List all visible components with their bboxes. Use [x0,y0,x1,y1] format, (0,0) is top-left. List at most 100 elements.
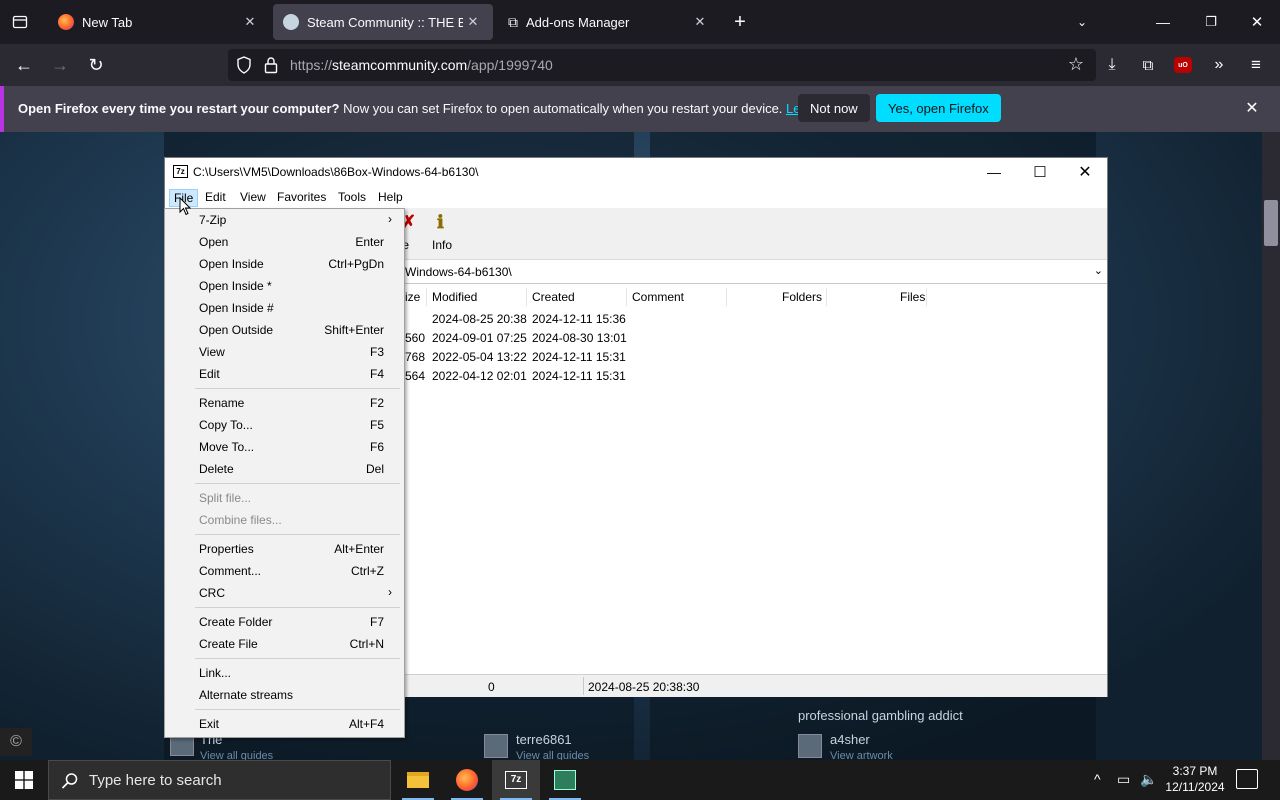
minimize-button[interactable]: — [971,158,1017,186]
page-scrollbar[interactable] [1262,132,1280,760]
url-bar[interactable]: https://steamcommunity.com/app/1999740 ☆ [228,49,1096,81]
menu-favorites[interactable]: Favorites [273,189,330,205]
show-hidden-icons-chevron-icon[interactable]: ^ [1094,771,1101,787]
notification-title: Open Firefox every time you restart your… [18,101,340,116]
list-tabs-chevron-icon[interactable]: ⌄ [1070,10,1094,34]
firefox-view-icon[interactable] [6,10,34,34]
yes-open-firefox-button[interactable]: Yes, open Firefox [876,94,1001,122]
menu-item-edit[interactable]: Edit F4 [165,363,404,385]
column-divider[interactable] [526,288,527,306]
close-tab-icon[interactable]: ✕ [463,14,483,30]
menu-item-view[interactable]: View F3 [165,341,404,363]
menu-view[interactable]: View [236,189,270,205]
taskbar-file-explorer[interactable] [394,760,442,800]
close-window-button[interactable]: ✕ [1234,0,1280,44]
notification-message: Open Firefox every time you restart your… [18,101,853,116]
reload-icon[interactable]: ↻ [82,52,110,78]
menu-item-7zip[interactable]: 7-Zip › [165,209,404,231]
more-tools-chevron-icon[interactable]: » [1206,52,1232,78]
menu-item-label: Split file... [199,491,252,505]
column-size[interactable]: ize [405,290,420,304]
new-tab-button[interactable]: + [728,10,752,34]
menu-item-link[interactable]: Link... [165,662,404,684]
tab-addons-manager[interactable]: ⧉ Add-ons Manager ✕ [498,0,720,44]
column-divider[interactable] [826,288,827,306]
menu-item-open-inside-star[interactable]: Open Inside * [165,275,404,297]
network-icon[interactable]: ▭ [1117,771,1130,788]
back-arrow-icon[interactable]: ← [10,52,38,78]
page-scrollbar-thumb[interactable] [1264,200,1278,246]
menu-item-open-outside[interactable]: Open Outside Shift+Enter [165,319,404,341]
address-dropdown-chevron-icon[interactable]: ⌄ [1094,264,1103,277]
lock-icon[interactable] [264,56,278,77]
menu-hamburger-icon[interactable]: ≡ [1243,52,1269,78]
info-label: Info [432,238,453,252]
menu-item-shortcut: Shift+Enter [324,323,384,337]
menu-item-shortcut: Enter [355,235,384,249]
menu-item-move-to[interactable]: Move To... F6 [165,436,404,458]
column-divider[interactable] [726,288,727,306]
column-modified[interactable]: Modified [432,290,477,304]
column-folders[interactable]: Folders [782,290,822,304]
ublock-icon[interactable]: uO [1174,57,1192,73]
taskbar-firefox[interactable] [443,760,491,800]
bookmark-star-icon[interactable]: ☆ [1068,54,1084,75]
menu-item-delete[interactable]: Delete Del [165,458,404,480]
info-button[interactable]: ℹ Info [429,212,459,256]
taskbar-86box[interactable] [541,760,589,800]
taskbar-7zip[interactable]: 7z [492,760,540,800]
menu-help[interactable]: Help [374,189,407,205]
menu-item-crc[interactable]: CRC › [165,582,404,604]
column-comment[interactable]: Comment [632,290,684,304]
downloads-icon[interactable]: ⤓ [1100,52,1124,78]
menu-item-create-folder[interactable]: Create Folder F7 [165,611,404,633]
menu-item-shortcut: Del [365,462,384,476]
column-divider[interactable] [626,288,627,306]
menu-item-properties[interactable]: Properties Alt+Enter [165,538,404,560]
shield-icon[interactable] [236,56,252,77]
column-divider[interactable] [926,288,927,306]
tab-new-tab[interactable]: New Tab ✕ [48,0,270,44]
title-bar[interactable]: 7z C:\Users\VM5\Downloads\86Box-Windows-… [165,158,1107,186]
close-tab-icon[interactable]: ✕ [690,14,710,30]
mouse-cursor-icon [179,196,192,219]
steam-author-name[interactable]: terre6861 [516,732,572,747]
notifications-icon[interactable] [1236,769,1258,789]
menu-item-open-inside-hash[interactable]: Open Inside # [165,297,404,319]
taskbar-search-box[interactable]: Type here to search [48,760,391,800]
volume-muted-icon[interactable]: 🔈 [1140,771,1157,788]
column-created[interactable]: Created [532,290,575,304]
taskbar-clock[interactable]: 3:37 PM 12/11/2024 [1160,763,1230,795]
menu-item-label: Combine files... [199,513,282,527]
menu-item-create-file[interactable]: Create File Ctrl+N [165,633,404,655]
minimize-button[interactable]: — [1140,0,1186,44]
menu-item-label: Create File [199,637,258,651]
steam-item-title[interactable]: professional gambling addict [798,708,963,723]
column-divider[interactable] [426,288,427,306]
86box-icon [554,770,576,790]
menu-item-exit[interactable]: Exit Alt+F4 [165,713,404,735]
close-tab-icon[interactable]: ✕ [240,14,260,30]
column-files[interactable]: Files [900,290,925,304]
close-notification-icon[interactable]: ✕ [1240,96,1264,120]
menu-item-open[interactable]: Open Enter [165,231,404,253]
close-button[interactable]: ✕ [1062,158,1108,186]
menu-item-open-inside[interactable]: Open Inside Ctrl+PgDn [165,253,404,275]
menu-tools[interactable]: Tools [334,189,370,205]
menu-item-alternate-streams[interactable]: Alternate streams [165,684,404,706]
menu-item-label: 7-Zip [199,213,227,227]
menu-edit[interactable]: Edit [201,189,230,205]
restore-button[interactable]: ❐ [1188,0,1234,44]
steam-author-name[interactable]: a4sher [830,732,870,747]
menu-item-rename[interactable]: Rename F2 [165,392,404,414]
extensions-icon[interactable]: ⧉ [1136,52,1160,78]
not-now-button[interactable]: Not now [798,94,870,122]
forward-arrow-icon[interactable]: → [46,52,74,78]
tab-steam-community[interactable]: Steam Community :: THE BUTT ✕ [273,4,493,40]
menu-item-copy-to[interactable]: Copy To... F5 [165,414,404,436]
menu-separator [195,483,400,484]
maximize-button[interactable]: ☐ [1017,158,1063,186]
cell-size: 768 [405,350,426,364]
start-button[interactable] [0,760,48,800]
menu-item-comment[interactable]: Comment... Ctrl+Z [165,560,404,582]
